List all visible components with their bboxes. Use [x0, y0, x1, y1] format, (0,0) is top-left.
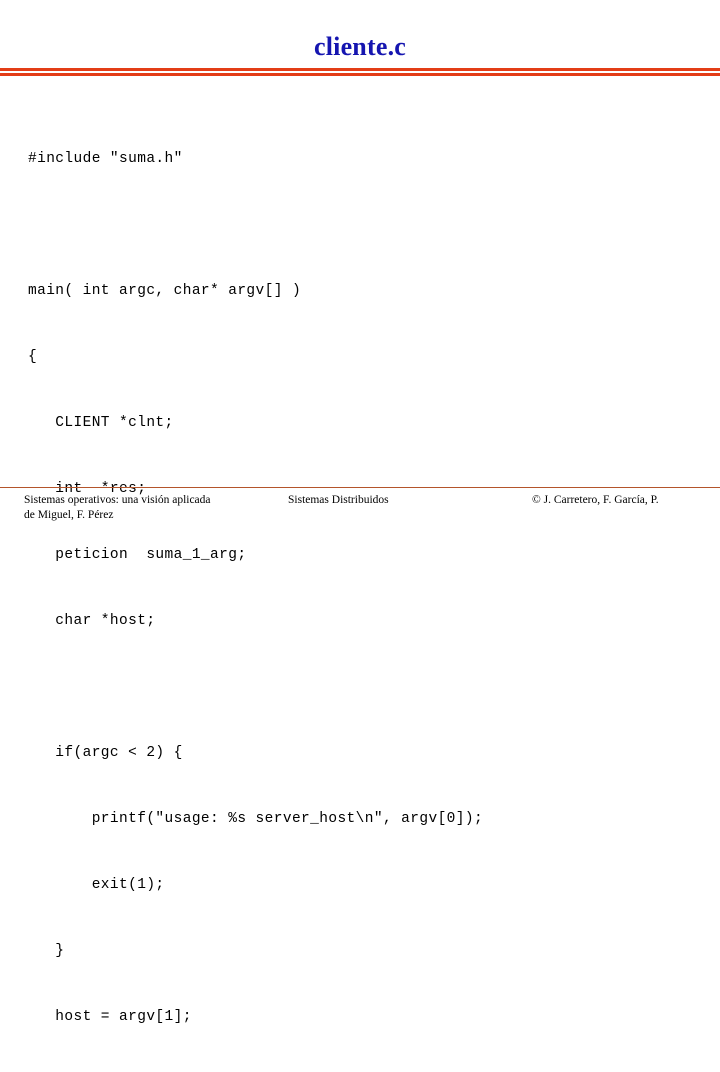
slide-canvas: cliente.c #include "suma.h" main( int ar…: [0, 0, 720, 1025]
code-line: char *host;: [28, 613, 156, 629]
code-line: printf("usage: %s server_host\n", argv[0…: [28, 811, 484, 827]
code-line: if(argc < 2) {: [28, 745, 183, 761]
code-line: #include "suma.h": [28, 151, 183, 167]
code-line: main( int argc, char* argv[] ): [28, 283, 302, 299]
footer-copyright: © J. Carretero, F. García, P.: [532, 494, 659, 506]
divider-bar-bottom: [0, 73, 720, 76]
code-line: peticion suma_1_arg;: [28, 547, 247, 563]
code-line: CLIENT *clnt;: [28, 415, 174, 431]
footer-course-name: Sistemas Distribuidos: [288, 494, 389, 506]
slide-footer: Sistemas operativos: una visión aplicada…: [0, 493, 720, 533]
title-divider: [0, 68, 720, 78]
footer-book-authors: de Miguel, F. Pérez: [24, 509, 114, 521]
code-line: exit(1);: [28, 877, 165, 893]
footer-book-reference: Sistemas operativos: una visión aplicada…: [24, 493, 211, 523]
code-line: host = argv[1];: [28, 1009, 192, 1025]
code-block: #include "suma.h" main( int argc, char* …: [28, 104, 688, 1072]
footer-divider: [0, 487, 720, 488]
page-title: cliente.c: [313, 32, 407, 61]
code-line: {: [28, 349, 38, 365]
code-line: }: [28, 943, 65, 959]
footer-book-title: Sistemas operativos: una visión aplicada: [24, 494, 211, 506]
